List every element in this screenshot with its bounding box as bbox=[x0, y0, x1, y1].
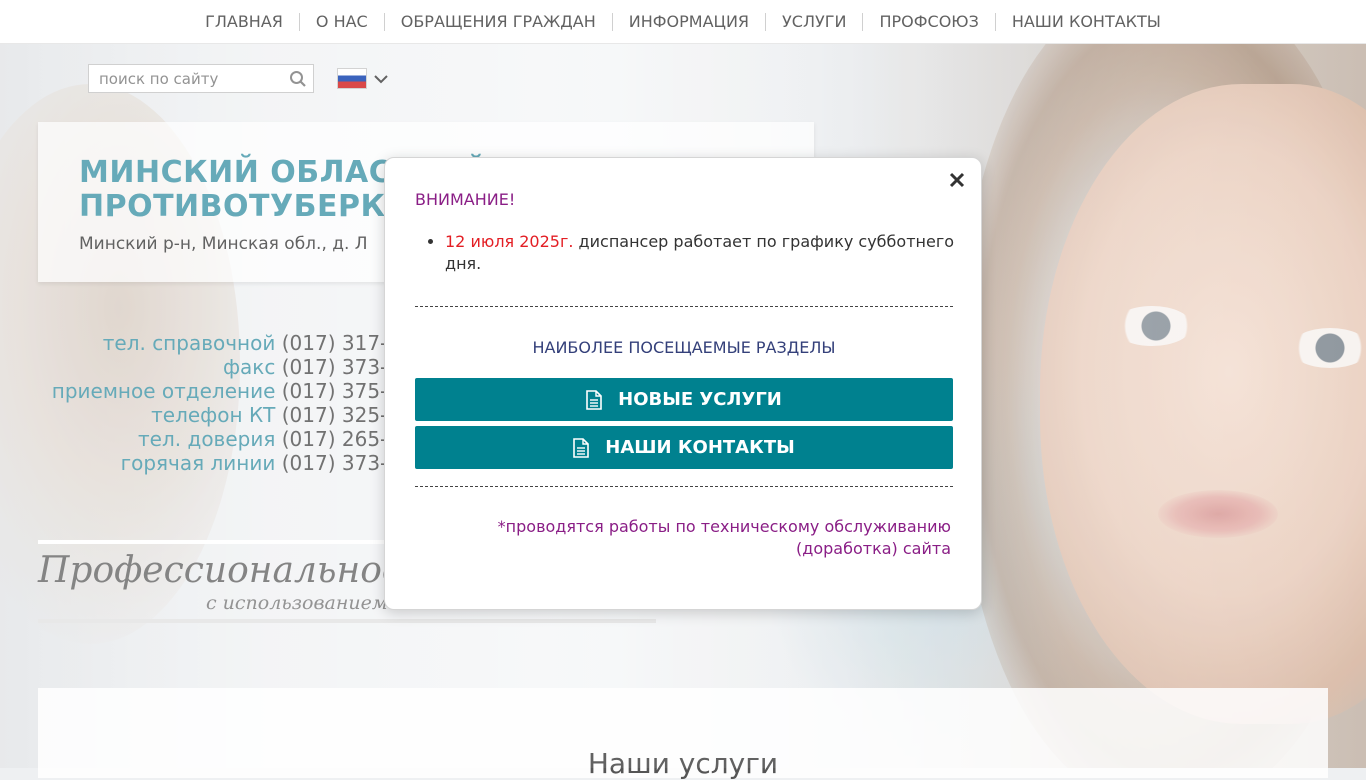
notice-date: 12 июля 2025г. bbox=[445, 232, 574, 251]
divider bbox=[415, 306, 953, 307]
notice-item: 12 июля 2025г. диспансер работает по гра… bbox=[445, 231, 955, 275]
notice-list: 12 июля 2025г. диспансер работает по гра… bbox=[415, 231, 955, 275]
maintenance-notice: *проводятся работы по техническому обслу… bbox=[497, 517, 951, 558]
new-services-label: НОВЫЕ УСЛУГИ bbox=[618, 389, 782, 410]
new-services-button[interactable]: НОВЫЕ УСЛУГИ bbox=[415, 378, 953, 421]
our-contacts-button[interactable]: НАШИ КОНТАКТЫ bbox=[415, 426, 953, 469]
announcement-modal: ВНИМАНИЕ! 12 июля 2025г. диспансер работ… bbox=[384, 157, 982, 610]
warning-heading: ВНИМАНИЕ! bbox=[415, 190, 516, 209]
popular-sections-title: НАИБОЛЕЕ ПОСЕЩАЕМЫЕ РАЗДЕЛЫ bbox=[532, 338, 836, 357]
close-icon[interactable] bbox=[945, 168, 969, 192]
document-icon bbox=[586, 389, 602, 410]
our-contacts-label: НАШИ КОНТАКТЫ bbox=[605, 437, 795, 458]
divider bbox=[415, 486, 953, 487]
document-icon bbox=[573, 437, 590, 458]
